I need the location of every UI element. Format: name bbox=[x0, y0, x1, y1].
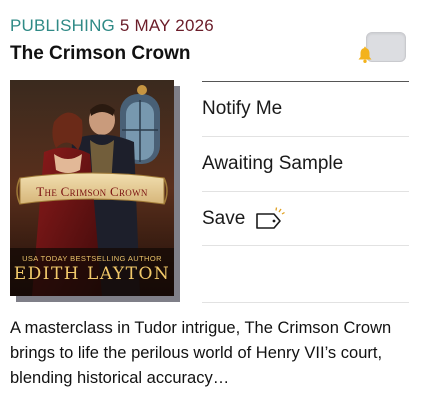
publishing-date: 5 MAY 2026 bbox=[119, 16, 214, 35]
book-description: A masterclass in Tudor intrigue, The Cri… bbox=[10, 319, 392, 387]
save-label: Save bbox=[202, 207, 246, 229]
cover-author: EDITH LAYTON bbox=[13, 264, 171, 284]
notify-toggle[interactable] bbox=[356, 30, 408, 66]
book-cover[interactable]: The Crimson Crown USA TODAY BESTSELLING … bbox=[10, 80, 174, 296]
cover-tagline: USA TODAY BESTSELLING AUTHOR bbox=[22, 254, 162, 263]
notify-me-label: Notify Me bbox=[202, 98, 283, 119]
publishing-label: PUBLISHING bbox=[10, 16, 115, 35]
cover-title: The Crimson Crown bbox=[36, 184, 148, 199]
publishing-info: PUBLISHING 5 MAY 2026 bbox=[10, 16, 214, 36]
tag-icon bbox=[256, 206, 286, 229]
book-actions: Notify Me Awaiting Sample Save bbox=[202, 81, 409, 246]
awaiting-sample-button[interactable]: Awaiting Sample bbox=[202, 136, 409, 191]
bell-icon bbox=[358, 46, 372, 63]
book-title: The Crimson Crown bbox=[10, 43, 191, 64]
save-button[interactable]: Save bbox=[202, 191, 409, 246]
notify-me-button[interactable]: Notify Me bbox=[202, 81, 409, 136]
awaiting-sample-label: Awaiting Sample bbox=[202, 153, 344, 174]
section-divider bbox=[202, 302, 409, 303]
